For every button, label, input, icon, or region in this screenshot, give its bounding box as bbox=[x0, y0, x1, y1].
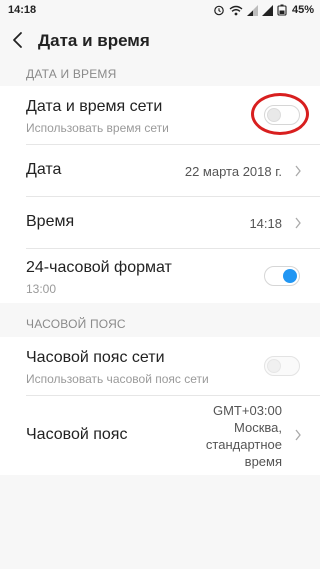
signal-icon bbox=[246, 4, 258, 16]
section-header-timezone: ЧАСОВОЙ ПОЯС bbox=[26, 317, 126, 331]
network-time-label: Дата и время сети bbox=[26, 98, 163, 115]
toggle-knob bbox=[283, 269, 297, 283]
date-time-card: Дата и время сети Использовать время сет… bbox=[0, 86, 320, 303]
annotation-circle bbox=[251, 93, 309, 135]
network-tz-toggle[interactable] bbox=[264, 356, 300, 376]
time-row[interactable]: Время 14:18 bbox=[0, 197, 320, 248]
status-time: 14:18 bbox=[8, 4, 37, 16]
timezone-value-type: стандартное bbox=[205, 437, 282, 452]
format24-sub: 13:00 bbox=[26, 282, 57, 296]
wifi-icon bbox=[229, 5, 243, 15]
timezone-card: Часовой пояс сети Использовать часовой п… bbox=[0, 337, 320, 475]
chevron-right-icon bbox=[295, 165, 301, 177]
chevron-left-icon[interactable] bbox=[10, 31, 26, 49]
network-tz-label: Часовой пояс сети bbox=[26, 349, 165, 366]
page-title: Дата и время bbox=[38, 31, 150, 50]
network-tz-row[interactable]: Часовой пояс сети Использовать часовой п… bbox=[0, 337, 320, 395]
date-label: Дата bbox=[26, 161, 62, 178]
battery-percent: 45% bbox=[291, 4, 314, 16]
network-time-sub: Использовать время сети bbox=[26, 121, 169, 135]
date-value: 22 марта 2018 г. bbox=[184, 164, 282, 179]
format24-row[interactable]: 24-часовой формат 13:00 bbox=[0, 249, 320, 303]
chevron-right-icon bbox=[295, 429, 301, 441]
timezone-value: GMT+03:00 Москва, стандартное время bbox=[206, 402, 282, 470]
network-tz-sub: Использовать часовой пояс сети bbox=[26, 372, 209, 386]
alarm-icon bbox=[214, 5, 224, 16]
toggle-knob bbox=[267, 359, 281, 373]
time-value: 14:18 bbox=[249, 216, 282, 231]
timezone-label: Часовой пояс bbox=[26, 426, 128, 443]
battery-icon bbox=[277, 4, 287, 16]
timezone-value-gmt: GMT+03:00 bbox=[212, 403, 282, 418]
timezone-value-time: время bbox=[244, 454, 282, 469]
timezone-value-city: Москва, bbox=[234, 420, 282, 435]
chevron-right-icon bbox=[295, 217, 301, 229]
settings-content: ДАТА И ВРЕМЯ Дата и время сети Использов… bbox=[0, 58, 320, 569]
status-bar: 14:18 45% bbox=[0, 0, 320, 22]
date-row[interactable]: Дата 22 марта 2018 г. bbox=[0, 145, 320, 196]
format24-toggle[interactable] bbox=[264, 266, 300, 286]
section-header-date-time: ДАТА И ВРЕМЯ bbox=[26, 67, 117, 81]
status-icons: 45% bbox=[213, 4, 314, 16]
time-label: Время bbox=[26, 213, 75, 230]
signal-icon-2 bbox=[261, 4, 273, 16]
format24-label: 24-часовой формат bbox=[26, 259, 172, 276]
timezone-row[interactable]: Часовой пояс GMT+03:00 Москва, стандартн… bbox=[0, 396, 320, 475]
app-header: Дата и время bbox=[0, 22, 320, 58]
